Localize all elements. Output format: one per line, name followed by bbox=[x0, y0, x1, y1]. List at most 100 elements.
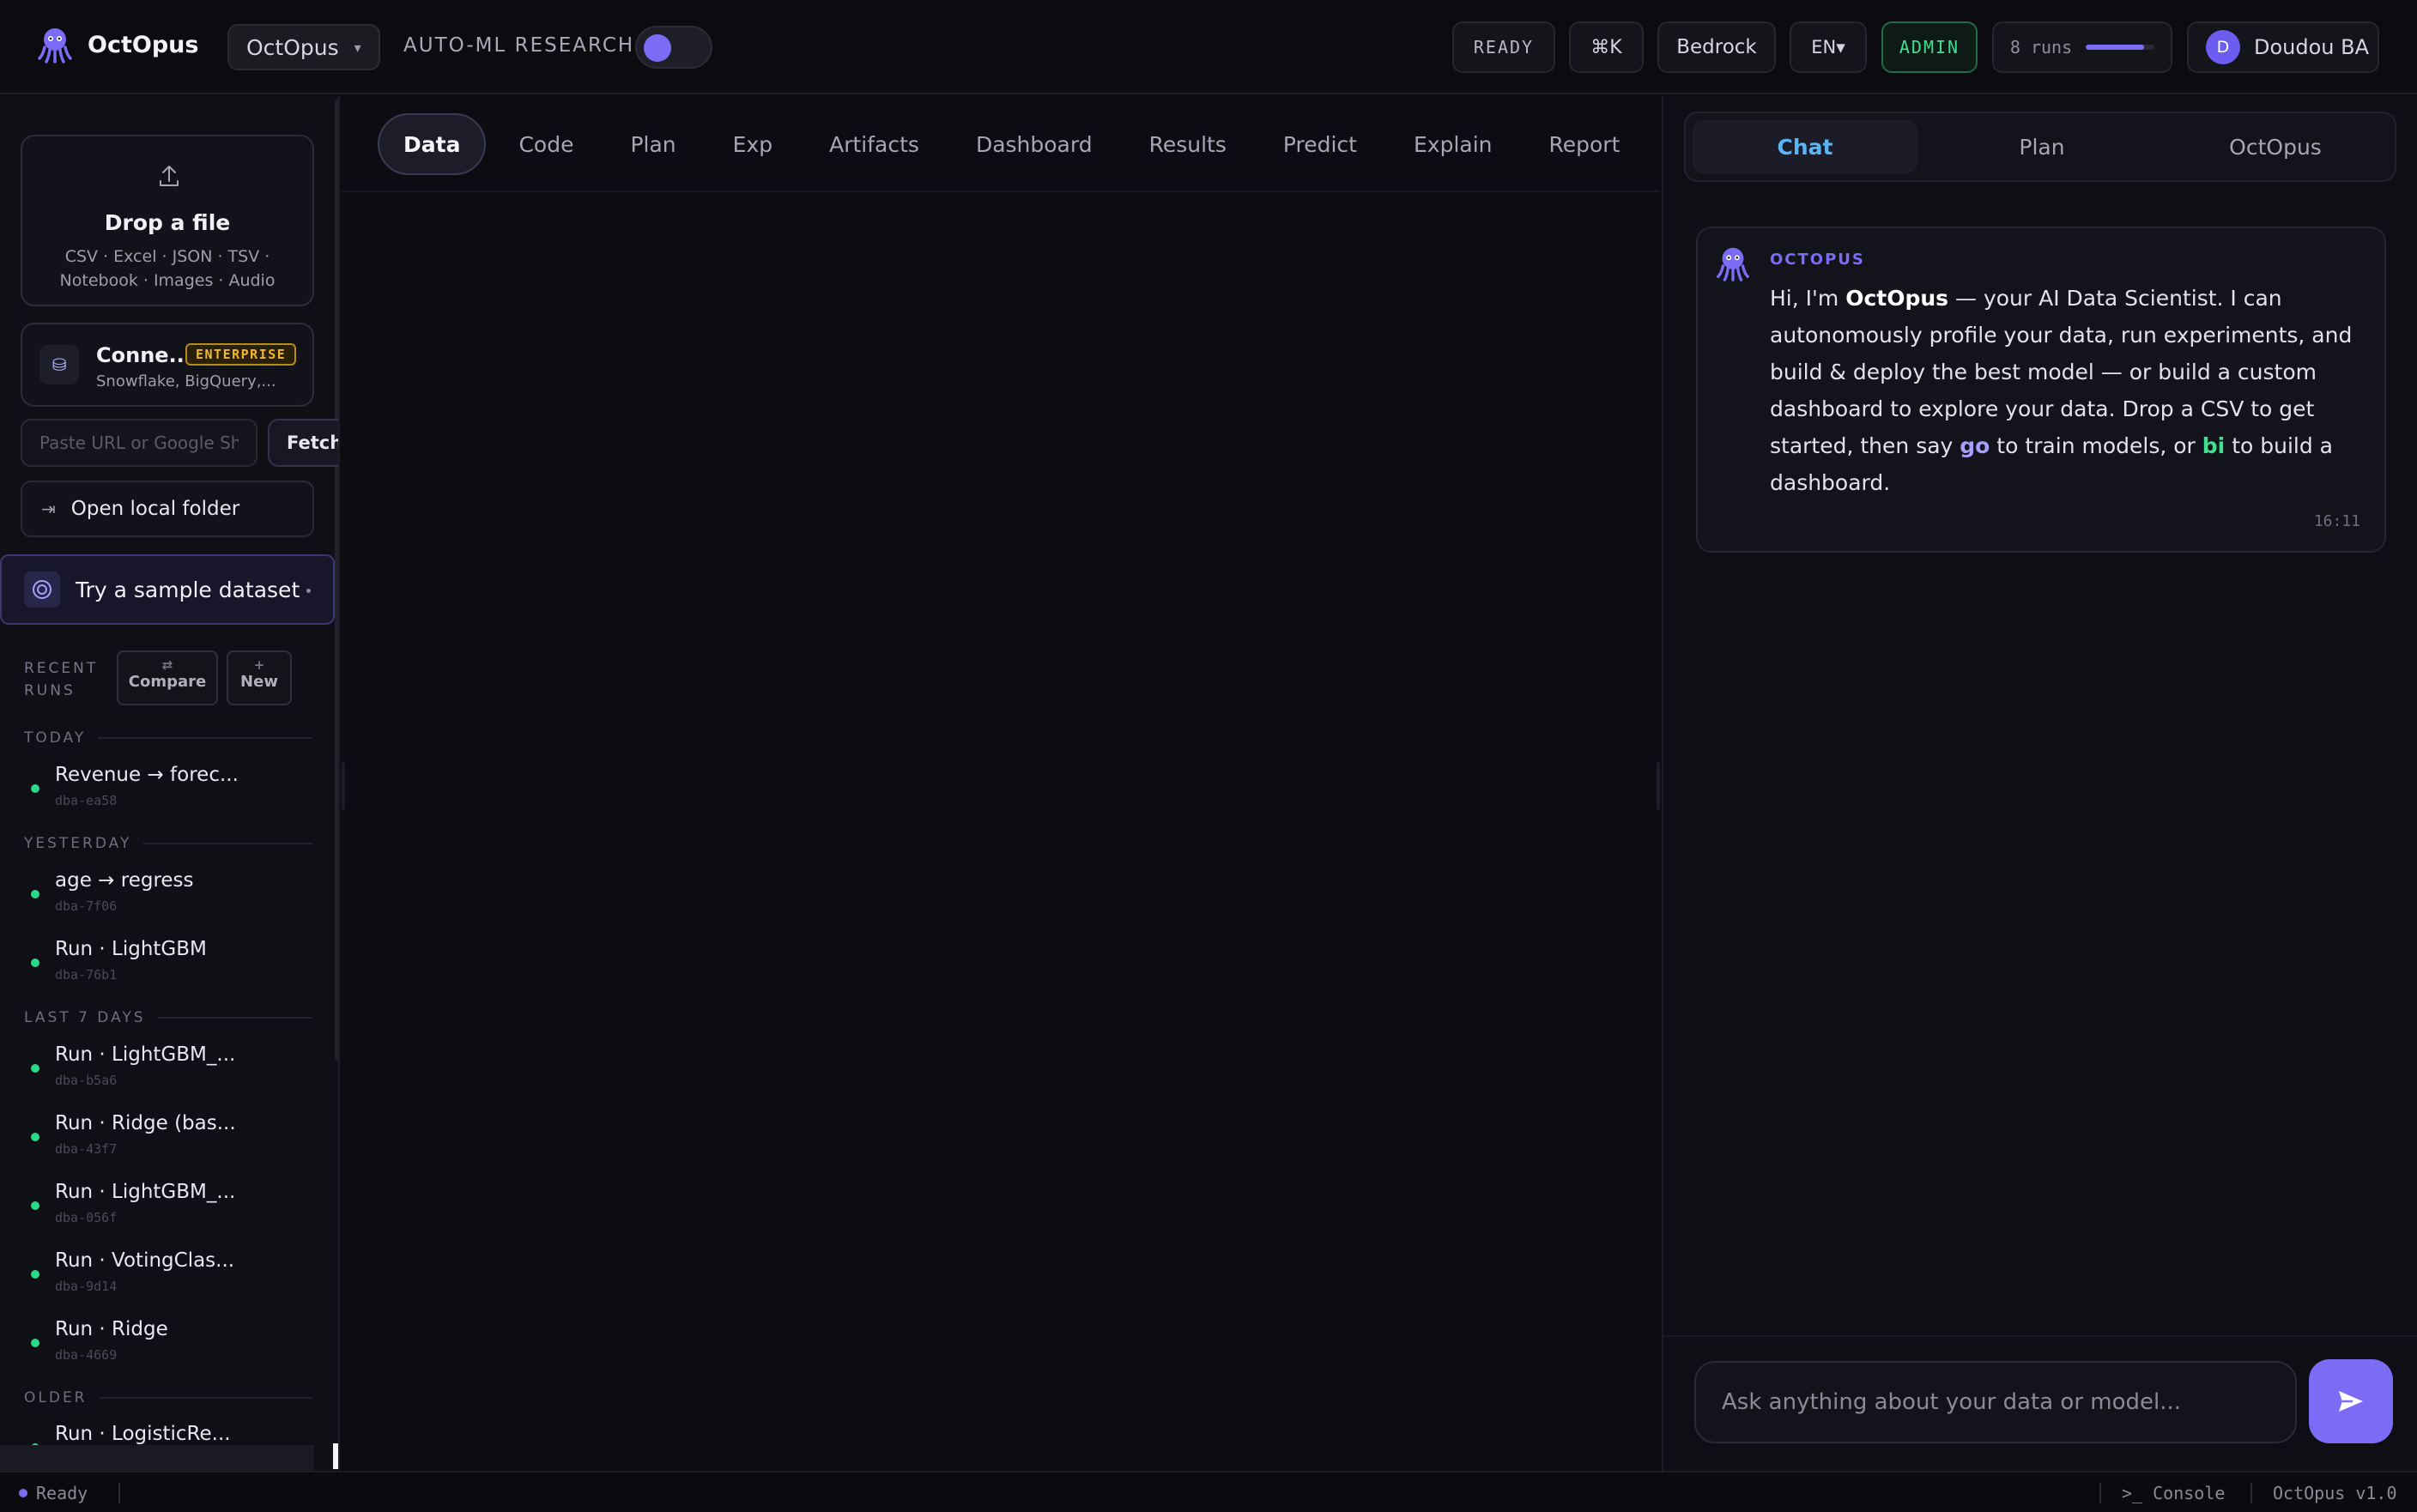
run-id: dba-ea58 bbox=[55, 793, 118, 808]
run-id: dba-056f bbox=[55, 1210, 118, 1225]
run-item[interactable]: Run · VotingClas... dba-9d14 bbox=[24, 1249, 312, 1309]
run-item[interactable]: age → regress dba-7f06 bbox=[24, 869, 312, 929]
status-dot bbox=[31, 1270, 39, 1279]
divider bbox=[99, 1397, 312, 1399]
tabs-divider bbox=[342, 191, 1660, 192]
chat-panel: Chat Plan OctOpus OCTOPUS Hi, I'm OctOpu… bbox=[1662, 96, 2417, 1471]
keyword-bi: bi bbox=[2202, 433, 2226, 458]
project-select[interactable]: OctOpus ▾ bbox=[227, 24, 380, 70]
scroll-thumb[interactable] bbox=[333, 1443, 338, 1469]
tab-plan[interactable]: Plan bbox=[606, 113, 700, 175]
send-button[interactable] bbox=[2309, 1359, 2393, 1443]
status-bar: Ready >_ Console OctOpus v1.0 bbox=[0, 1471, 2417, 1512]
command-palette-button[interactable]: ⌘K bbox=[1569, 21, 1644, 73]
provider-button[interactable]: Bedrock bbox=[1657, 21, 1776, 73]
status-dot bbox=[31, 890, 39, 898]
divider bbox=[157, 1017, 312, 1019]
console-button[interactable]: >_ Console bbox=[2122, 1483, 2225, 1503]
message-text: — your AI Data Scientist. I can autonomo… bbox=[1770, 286, 2353, 458]
group-label: LAST 7 DAYS bbox=[24, 1009, 146, 1026]
tab-exp[interactable]: Exp bbox=[709, 113, 797, 175]
run-name: Run · LogisticRe... bbox=[55, 1423, 231, 1445]
app-version: OctOpus v1.0 bbox=[2273, 1483, 2397, 1503]
divider bbox=[98, 737, 312, 739]
status-dot bbox=[31, 959, 39, 967]
tab-artifacts[interactable]: Artifacts bbox=[805, 113, 943, 175]
run-item[interactable]: Run · Ridge dba-4669 bbox=[24, 1318, 312, 1378]
top-bar: OctOpus OctOpus ▾ AUTO-ML RESEARCH READY… bbox=[0, 0, 2417, 94]
target-icon bbox=[24, 572, 60, 608]
status-dot bbox=[31, 1339, 39, 1347]
connectors-card[interactable]: ⛁ Conne... ENTERPRISE Snowflake, BigQuer… bbox=[21, 323, 314, 407]
message-text: to train models, or bbox=[1990, 433, 2202, 458]
tab-dashboard[interactable]: Dashboard bbox=[952, 113, 1117, 175]
tab-explain[interactable]: Explain bbox=[1390, 113, 1517, 175]
plus-icon: + bbox=[253, 657, 265, 673]
new-run-label: New bbox=[240, 673, 278, 691]
run-id: dba-9d14 bbox=[55, 1279, 118, 1294]
file-dropzone[interactable]: Drop a file CSV · Excel · JSON · TSV · N… bbox=[21, 135, 314, 306]
compare-label: Compare bbox=[128, 673, 207, 691]
chat-tab-plan[interactable]: Plan bbox=[1929, 120, 2154, 173]
role-badge: ADMIN bbox=[1881, 21, 1978, 73]
divider bbox=[143, 843, 312, 844]
octopus-avatar-icon bbox=[1717, 247, 1749, 281]
group-header-today: TODAY bbox=[24, 729, 312, 747]
open-folder-button[interactable]: ⇥ Open local folder bbox=[21, 481, 314, 537]
run-id: dba-43f7 bbox=[55, 1141, 118, 1157]
tab-predict[interactable]: Predict bbox=[1259, 113, 1381, 175]
fetch-button[interactable]: Fetch bbox=[268, 419, 338, 467]
status-dot bbox=[31, 1064, 39, 1073]
folder-open-icon: ⇥ bbox=[41, 499, 56, 519]
brand[interactable]: OctOpus bbox=[34, 24, 198, 65]
automl-toggle[interactable] bbox=[635, 26, 712, 69]
chat-tab-chat[interactable]: Chat bbox=[1693, 120, 1917, 173]
sample-dataset-label: Try a sample dataset bbox=[76, 577, 300, 602]
chat-input[interactable] bbox=[1694, 1361, 2297, 1443]
divider bbox=[118, 1483, 120, 1503]
status-indicator: Ready bbox=[19, 1483, 88, 1503]
tab-data[interactable]: Data bbox=[378, 113, 487, 175]
language-select[interactable]: EN▾ bbox=[1790, 21, 1867, 73]
group-header-last-7-days: LAST 7 DAYS bbox=[24, 1009, 312, 1026]
run-item[interactable]: Run · Ridge (bas... dba-43f7 bbox=[24, 1112, 312, 1172]
group-header-older: OLDER bbox=[24, 1389, 312, 1406]
message-body: Hi, I'm OctOpus — your AI Data Scientist… bbox=[1770, 280, 2353, 501]
run-id: dba-4669 bbox=[55, 1347, 118, 1363]
enterprise-badge: ENTERPRISE bbox=[185, 343, 297, 366]
message-author: OCTOPUS bbox=[1770, 251, 1865, 269]
run-item[interactable]: Revenue → forec... dba-ea58 bbox=[24, 764, 312, 824]
run-item[interactable]: Run · LightGBM_... dba-b5a6 bbox=[24, 1043, 312, 1104]
toggle-knob bbox=[644, 34, 671, 62]
sample-dataset-button[interactable]: Try a sample dataset bbox=[0, 554, 335, 625]
compare-button[interactable]: ⇄ Compare bbox=[117, 650, 218, 705]
chat-tab-octopus[interactable]: OctOpus bbox=[2163, 120, 2388, 173]
status-dot bbox=[19, 1489, 27, 1497]
run-item[interactable]: Run · LightGBM dba-76b1 bbox=[24, 938, 312, 998]
resize-handle-right[interactable] bbox=[1657, 762, 1660, 810]
compare-icon: ⇄ bbox=[161, 657, 173, 673]
tab-results[interactable]: Results bbox=[1125, 113, 1251, 175]
user-menu[interactable]: D Doudou BA bbox=[2187, 21, 2379, 73]
divider bbox=[2099, 1483, 2101, 1503]
run-name: age → regress bbox=[55, 869, 194, 892]
main-tabs: Data Code Plan Exp Artifacts Dashboard R… bbox=[378, 113, 1652, 175]
keyword-go: go bbox=[1960, 433, 1990, 458]
tab-report[interactable]: Report bbox=[1525, 113, 1645, 175]
main-panel: Data Code Plan Exp Artifacts Dashboard R… bbox=[342, 96, 1660, 1471]
message-timestamp: 16:11 bbox=[2313, 512, 2360, 530]
sidebar-scrollbar[interactable] bbox=[335, 100, 338, 1061]
run-item[interactable]: Run · LightGBM_... dba-056f bbox=[24, 1181, 312, 1241]
status-dot bbox=[31, 784, 39, 793]
new-run-button[interactable]: + New bbox=[227, 650, 292, 705]
run-id: dba-76b1 bbox=[55, 967, 118, 983]
app-name: OctOpus bbox=[88, 31, 199, 58]
run-id: dba-7f06 bbox=[55, 898, 118, 914]
more-icon[interactable] bbox=[306, 589, 311, 593]
resize-handle-left[interactable] bbox=[342, 762, 345, 810]
url-input[interactable] bbox=[21, 419, 257, 467]
sidebar: Drop a file CSV · Excel · JSON · TSV · N… bbox=[0, 96, 340, 1471]
tab-code[interactable]: Code bbox=[494, 113, 597, 175]
runs-indicator[interactable]: 8 runs bbox=[1992, 21, 2172, 73]
divider bbox=[2250, 1483, 2252, 1503]
